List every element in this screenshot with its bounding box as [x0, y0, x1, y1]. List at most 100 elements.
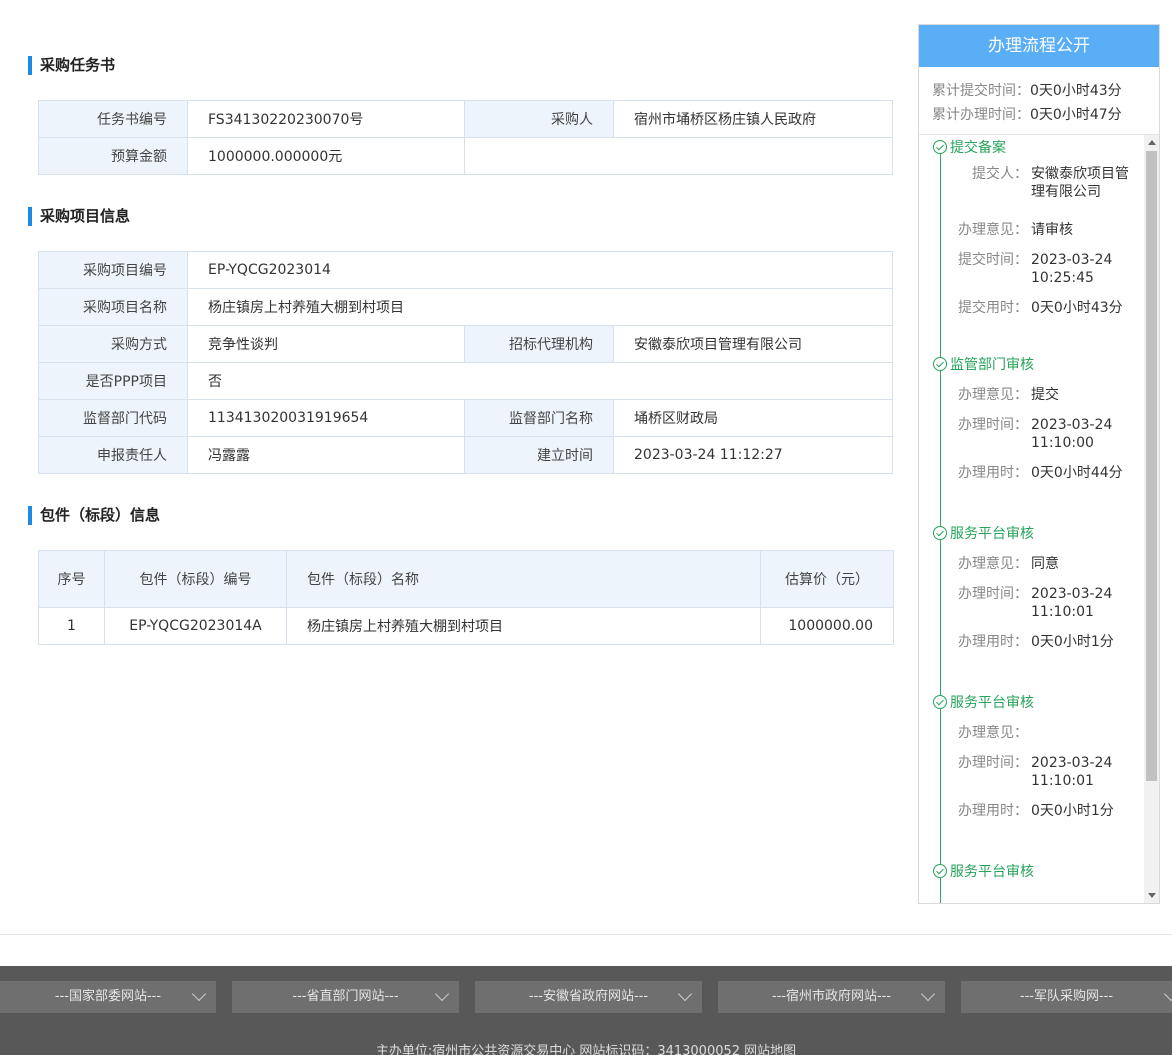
method-value: 竞争性谈判	[187, 325, 465, 363]
purchaser-label: 采购人	[464, 100, 614, 138]
flow-panel: 办理流程公开 累计提交时间：0天0小时43分 累计办理时间：0天0小时47分 提…	[918, 24, 1160, 904]
flow-item-label: 提交时间：	[958, 252, 1028, 268]
person-value: 冯露露	[187, 436, 465, 474]
check-circle-icon	[933, 140, 947, 154]
table-row: 采购方式 竞争性谈判 招标代理机构 安徽泰欣项目管理有限公司	[38, 325, 893, 363]
footer-info: 主办单位:宿州市公共资源交易中心 网站标识码：3413000052 网站地图	[375, 1044, 797, 1055]
flow-item-value: 安徽泰欣项目管理有限公司	[1031, 166, 1129, 200]
section-title-project: 采购项目信息	[28, 207, 130, 226]
cell-name: 杨庄镇房上村养殖大棚到村项目	[286, 607, 761, 645]
ppp-value: 否	[187, 362, 893, 400]
flow-item-value: 0天0小时1分	[1031, 634, 1114, 650]
flow-item-value: 提交	[1031, 387, 1059, 403]
footer: ---国家部委网站--- ---省直部门网站--- ---安徽省政府网站--- …	[0, 966, 1172, 1055]
project-code-value: EP-YQCG2023014	[187, 251, 893, 289]
empty-cell	[464, 137, 893, 175]
check-circle-icon	[933, 526, 947, 540]
flow-summary: 累计提交时间：0天0小时43分 累计办理时间：0天0小时47分	[919, 67, 1159, 135]
task-no-value: FS34130220230070号	[187, 100, 465, 138]
flow-item-value: 同意	[1031, 556, 1059, 572]
budget-value: 1000000.000000元	[187, 137, 465, 175]
task-no-label: 任务书编号	[38, 100, 188, 138]
select-label: ---宿州市政府网站---	[771, 989, 892, 1004]
created-label: 建立时间	[464, 436, 614, 474]
scroll-thumb[interactable]	[1146, 151, 1157, 781]
flow-item-label: 提交人：	[972, 166, 1028, 182]
ppp-label: 是否PPP项目	[38, 362, 188, 400]
cell-code: EP-YQCG2023014A	[104, 607, 287, 645]
table-row: 是否PPP项目 否	[38, 362, 893, 400]
select-province-dept[interactable]: ---省直部门网站---	[232, 981, 459, 1013]
check-circle-icon	[933, 357, 947, 371]
project-name-value: 杨庄镇房上村养殖大棚到村项目	[187, 288, 893, 326]
flow-step-name: 服务平台审核	[950, 695, 1034, 711]
select-anhui-gov[interactable]: ---安徽省政府网站---	[475, 981, 702, 1013]
flow-item-label: 办理时间：	[958, 586, 1028, 602]
flow-item-value: 2023-03-24 10:25:45	[1031, 252, 1113, 286]
flow-item-label: 办理时间：	[958, 755, 1028, 771]
project-code-label: 采购项目编号	[38, 251, 188, 289]
flow-scrollbar[interactable]	[1144, 135, 1159, 903]
task-book-table: 任务书编号 FS34130220230070号 采购人 宿州市埇桥区杨庄镇人民政…	[38, 100, 893, 175]
table-row: 申报责任人 冯露露 建立时间 2023-03-24 11:12:27	[38, 436, 893, 474]
chevron-down-icon	[677, 986, 693, 1002]
flow-item-label: 办理意见：	[958, 556, 1028, 572]
chevron-down-icon	[434, 986, 450, 1002]
col-header-name: 包件（标段）名称	[286, 550, 761, 608]
flow-step-title: 服务平台审核	[933, 694, 1034, 712]
divider	[0, 934, 1172, 935]
flow-item-value: 0天0小时44分	[1031, 465, 1123, 481]
table-row: 采购项目名称 杨庄镇房上村养殖大棚到村项目	[38, 288, 893, 326]
package-table: 序号 包件（标段）编号 包件（标段）名称 估算价（元） 1 EP-YQCG202…	[38, 550, 894, 645]
flow-item-value: 2023-03-24 11:10:00	[1031, 417, 1113, 451]
check-circle-icon	[933, 695, 947, 709]
flow-item-label: 办理意见：	[958, 222, 1028, 238]
dept-name-value: 埇桥区财政局	[613, 399, 893, 437]
flow-item-label: 办理时间：	[958, 417, 1028, 433]
scroll-up-icon[interactable]	[1148, 140, 1156, 145]
flow-step-title: 提交备案	[933, 139, 1006, 157]
flow-item-label: 办理意见：	[958, 387, 1028, 403]
flow-item-value: 2023-03-24 11:10:01	[1031, 586, 1113, 620]
created-value: 2023-03-24 11:12:27	[613, 436, 893, 474]
flow-step-name: 服务平台审核	[950, 526, 1034, 542]
flow-item-label: 办理用时：	[958, 634, 1028, 650]
flow-item-value: 0天0小时1分	[1031, 803, 1114, 819]
total-submit-label: 累计提交时间：	[932, 83, 1030, 99]
cell-index: 1	[38, 607, 105, 645]
flow-step-name: 监管部门审核	[950, 357, 1034, 373]
flow-timeline[interactable]: 提交备案 提交人： 安徽泰欣项目管理有限公司 办理意见： 请审核 提交时间： 2023-03…	[919, 135, 1144, 903]
select-label: ---军队采购网---	[1019, 989, 1114, 1004]
col-header-code: 包件（标段）编号	[104, 550, 287, 608]
flow-item-label: 办理用时：	[958, 465, 1028, 481]
agency-value: 安徽泰欣项目管理有限公司	[613, 325, 893, 363]
dept-name-label: 监督部门名称	[464, 399, 614, 437]
purchaser-value: 宿州市埇桥区杨庄镇人民政府	[613, 100, 893, 138]
select-suzhou-gov[interactable]: ---宿州市政府网站---	[718, 981, 945, 1013]
flow-item-value: 请审核	[1031, 222, 1073, 238]
flow-step-title: 服务平台审核	[933, 863, 1034, 881]
scroll-down-icon[interactable]	[1148, 893, 1156, 898]
select-national[interactable]: ---国家部委网站---	[0, 981, 216, 1013]
total-handle-value: 0天0小时47分	[1030, 107, 1122, 123]
dept-code-value: 113413020031919654	[187, 399, 465, 437]
method-label: 采购方式	[38, 325, 188, 363]
flow-item-label: 办理用时：	[958, 803, 1028, 819]
flow-step-title: 监管部门审核	[933, 356, 1034, 374]
col-header-index: 序号	[38, 550, 105, 608]
table-row: 1 EP-YQCG2023014A 杨庄镇房上村养殖大棚到村项目 1000000…	[38, 607, 894, 645]
section-title-package: 包件（标段）信息	[28, 506, 160, 525]
select-label: ---安徽省政府网站---	[528, 989, 649, 1004]
person-label: 申报责任人	[38, 436, 188, 474]
table-row: 任务书编号 FS34130220230070号 采购人 宿州市埇桥区杨庄镇人民政…	[38, 100, 893, 138]
select-military[interactable]: ---军队采购网---	[961, 981, 1172, 1013]
select-label: ---省直部门网站---	[292, 989, 399, 1004]
table-row: 预算金额 1000000.000000元	[38, 137, 893, 175]
flow-item-label: 办理意见：	[958, 725, 1028, 741]
project-name-label: 采购项目名称	[38, 288, 188, 326]
flow-item-label: 提交用时：	[958, 300, 1028, 316]
table-header-row: 序号 包件（标段）编号 包件（标段）名称 估算价（元）	[38, 550, 894, 608]
total-handle-label: 累计办理时间：	[932, 107, 1030, 123]
select-label: ---国家部委网站---	[54, 989, 162, 1004]
check-circle-icon	[933, 864, 947, 878]
